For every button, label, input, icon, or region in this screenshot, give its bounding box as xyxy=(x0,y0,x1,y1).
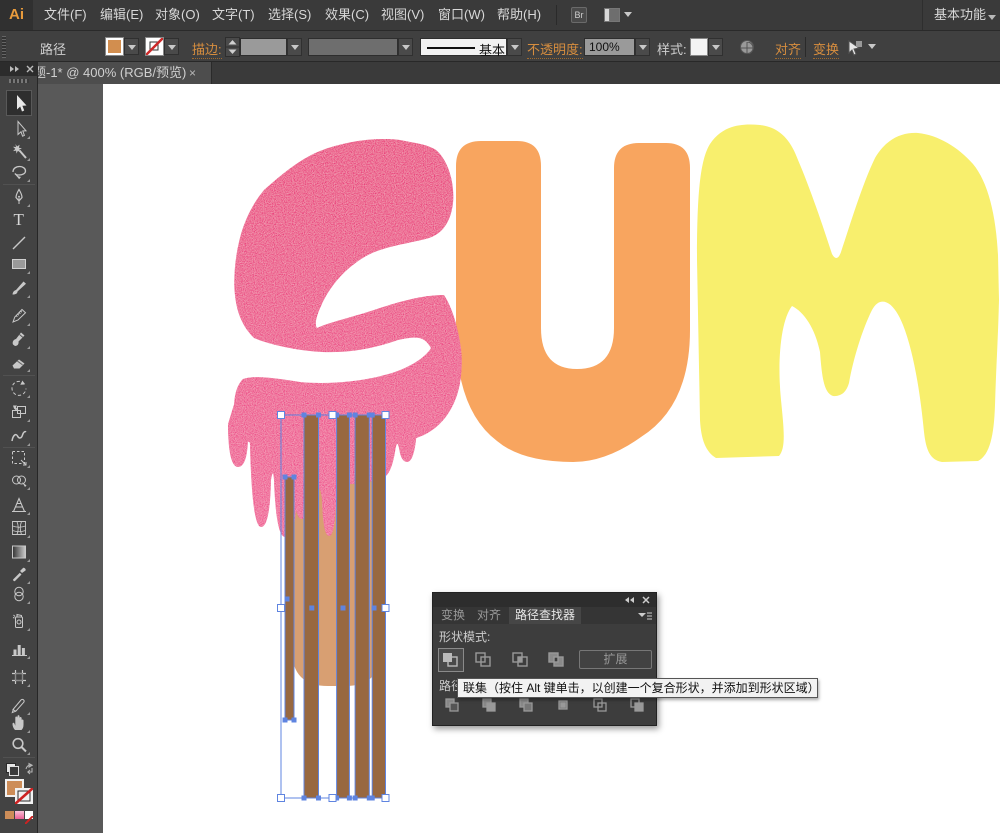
svg-text:T: T xyxy=(14,210,25,229)
